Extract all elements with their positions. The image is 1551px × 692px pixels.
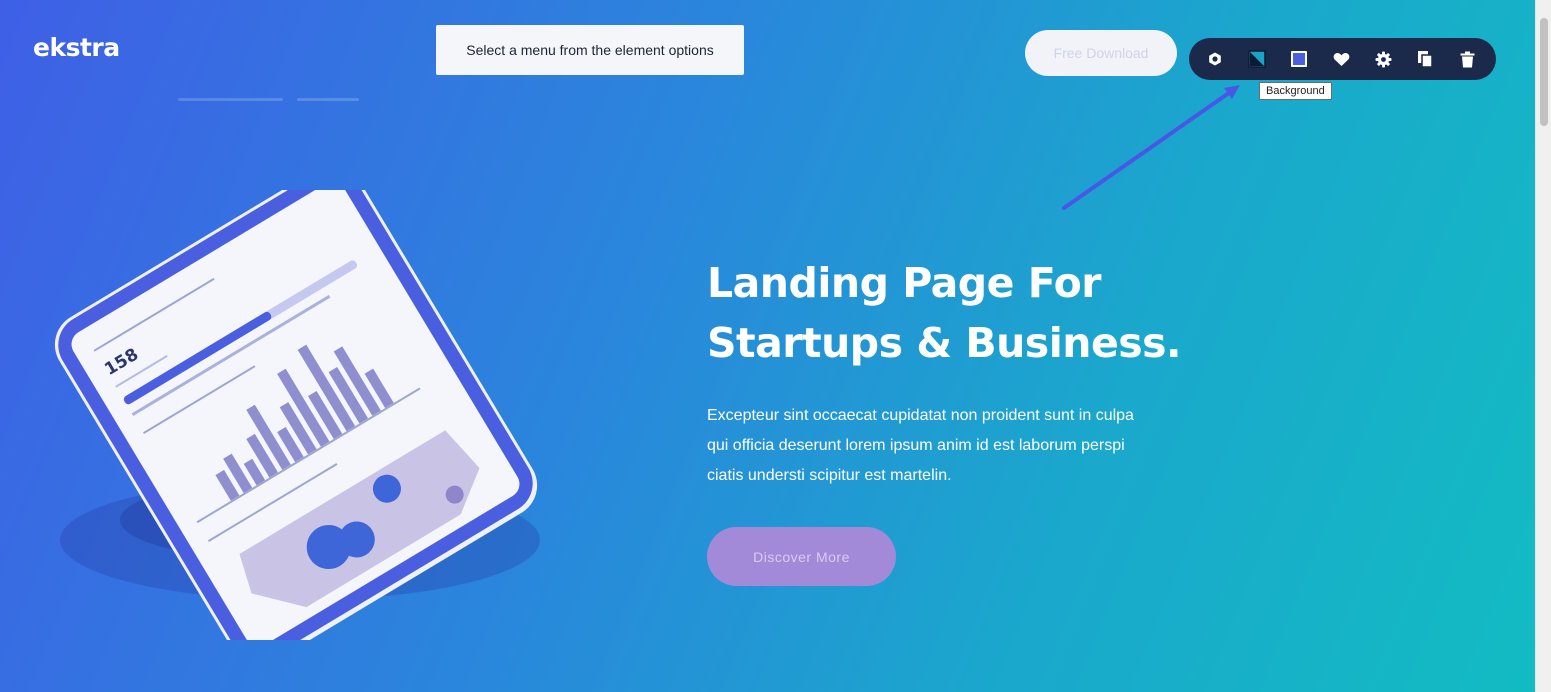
gear-icon[interactable] xyxy=(1369,45,1397,73)
element-toolbar xyxy=(1189,38,1496,80)
pointer-arrow-icon xyxy=(1062,85,1240,210)
logo[interactable]: ekstra xyxy=(33,33,120,62)
scrollbar-thumb[interactable] xyxy=(1540,18,1548,126)
background-icon[interactable] xyxy=(1243,45,1271,73)
duplicate-icon[interactable] xyxy=(1411,45,1439,73)
free-download-button[interactable]: Free Download xyxy=(1025,30,1177,76)
hero-title: Landing Page For Startups & Business. xyxy=(707,253,1182,373)
discover-more-button[interactable]: Discover More xyxy=(707,527,896,586)
hero-title-line: Landing Page For xyxy=(707,259,1101,307)
toolbar-tooltip: Background xyxy=(1259,82,1332,100)
scrollbar[interactable] xyxy=(1535,0,1551,692)
phone-illustration: 158 xyxy=(0,165,620,665)
page: ekstra Select a menu from the element op… xyxy=(0,0,1535,692)
hexagon-icon[interactable] xyxy=(1201,45,1229,73)
trash-icon[interactable] xyxy=(1453,45,1481,73)
hero-title-line: Startups & Business. xyxy=(707,319,1182,367)
nav-placeholder xyxy=(178,98,283,101)
nav-placeholder xyxy=(297,98,359,101)
hero-description: Excepteur sint occaecat cupidatat non pr… xyxy=(707,407,1134,484)
menu-hint-box[interactable]: Select a menu from the element options xyxy=(436,25,744,75)
heart-icon[interactable] xyxy=(1327,45,1355,73)
menu-hint-text: Select a menu from the element options xyxy=(466,42,714,58)
color-square-icon[interactable] xyxy=(1285,45,1313,73)
